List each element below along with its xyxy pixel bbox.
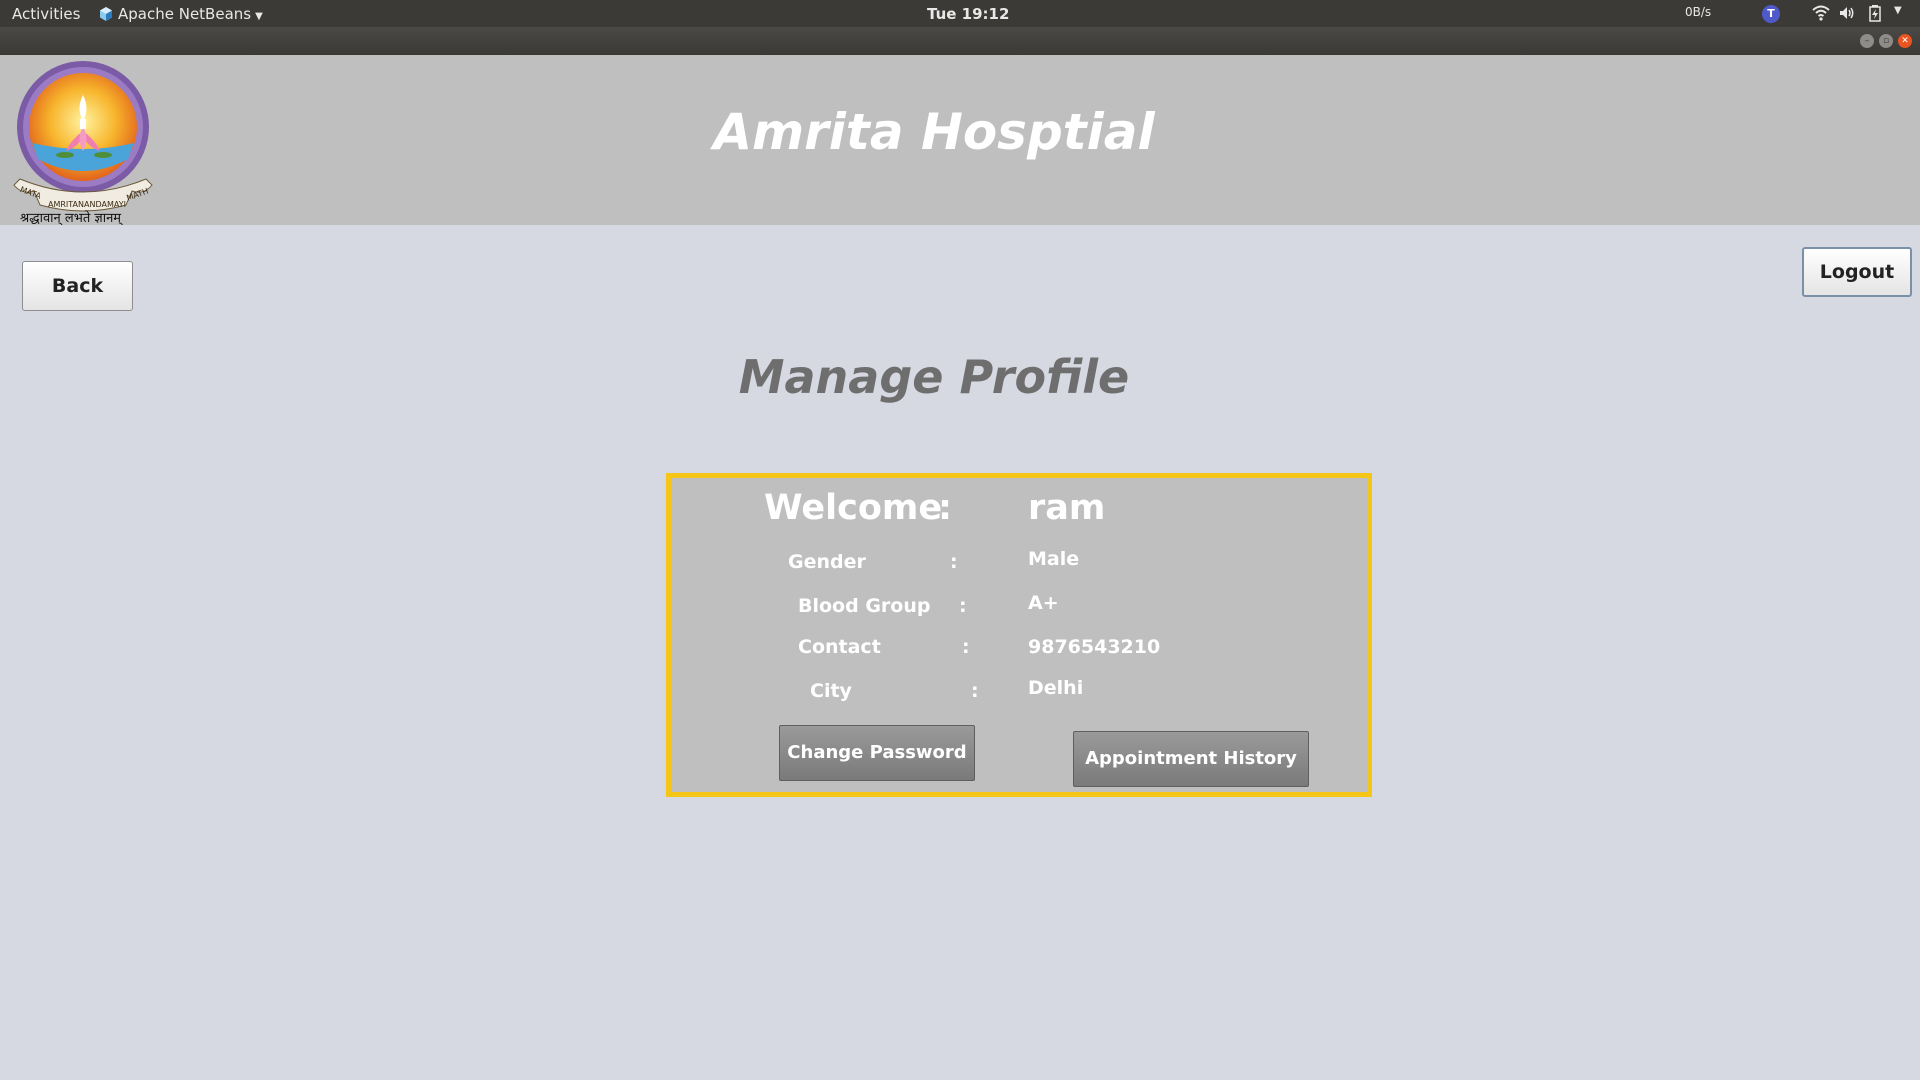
city-colon: : bbox=[971, 680, 979, 702]
city-value: Delhi bbox=[1028, 677, 1084, 699]
app-menu-label: Apache NetBeans bbox=[118, 5, 252, 23]
teams-icon[interactable]: T bbox=[1762, 5, 1780, 23]
contact-label: Contact bbox=[798, 636, 881, 658]
blood-group-label: Blood Group bbox=[798, 595, 931, 617]
logout-button[interactable]: Logout bbox=[1802, 247, 1912, 297]
gender-label: Gender bbox=[788, 551, 866, 573]
city-label: City bbox=[810, 680, 852, 702]
welcome-colon: : bbox=[938, 488, 952, 528]
profile-panel: Welcome : ram Gender : Male Blood Group … bbox=[666, 473, 1372, 797]
system-top-bar: Activities Apache NetBeans ▼ Tue 19:12 0B… bbox=[0, 0, 1920, 27]
close-button[interactable]: ✕ bbox=[1898, 34, 1912, 48]
gender-value: Male bbox=[1028, 548, 1080, 570]
battery-icon[interactable] bbox=[1868, 4, 1882, 22]
blood-group-colon: : bbox=[959, 595, 967, 617]
change-password-button[interactable]: Change Password bbox=[779, 725, 975, 781]
clock[interactable]: Tue 19:12 bbox=[927, 5, 1009, 23]
contact-value: 9876543210 bbox=[1028, 636, 1161, 658]
logo-scroll-center: AMRITANANDAMAYI bbox=[48, 200, 126, 209]
maximize-button[interactable]: ▫ bbox=[1879, 34, 1893, 48]
volume-icon[interactable] bbox=[1838, 4, 1856, 22]
minimize-button[interactable]: – bbox=[1860, 34, 1874, 48]
welcome-username: ram bbox=[1028, 488, 1106, 528]
netbeans-icon bbox=[100, 7, 112, 21]
hospital-title: Amrita Hosptial bbox=[713, 103, 1155, 161]
net-speed-indicator[interactable]: 0B/s bbox=[1685, 5, 1711, 19]
chevron-down-icon: ▼ bbox=[255, 11, 263, 22]
contact-colon: : bbox=[962, 636, 970, 658]
wifi-icon[interactable] bbox=[1812, 4, 1830, 22]
logo-motto: श्रद्धावान् लभते ज्ञानम् bbox=[20, 210, 123, 225]
blood-group-value: A+ bbox=[1028, 592, 1059, 614]
appointment-history-button[interactable]: Appointment History bbox=[1073, 731, 1309, 787]
window-title-bar: – ▫ ✕ bbox=[0, 27, 1920, 55]
back-button[interactable]: Back bbox=[22, 261, 133, 311]
page-title: Manage Profile bbox=[738, 350, 1130, 404]
app-menu[interactable]: Apache NetBeans ▼ bbox=[100, 5, 263, 23]
activities-button[interactable]: Activities bbox=[12, 5, 80, 23]
app-header: MATA AMRITANANDAMAYI MATH श्रद्धावान् लभ… bbox=[0, 55, 1920, 225]
welcome-label: Welcome bbox=[764, 488, 943, 528]
gender-colon: : bbox=[950, 551, 958, 573]
system-menu-chevron-icon[interactable]: ▼ bbox=[1894, 5, 1902, 16]
